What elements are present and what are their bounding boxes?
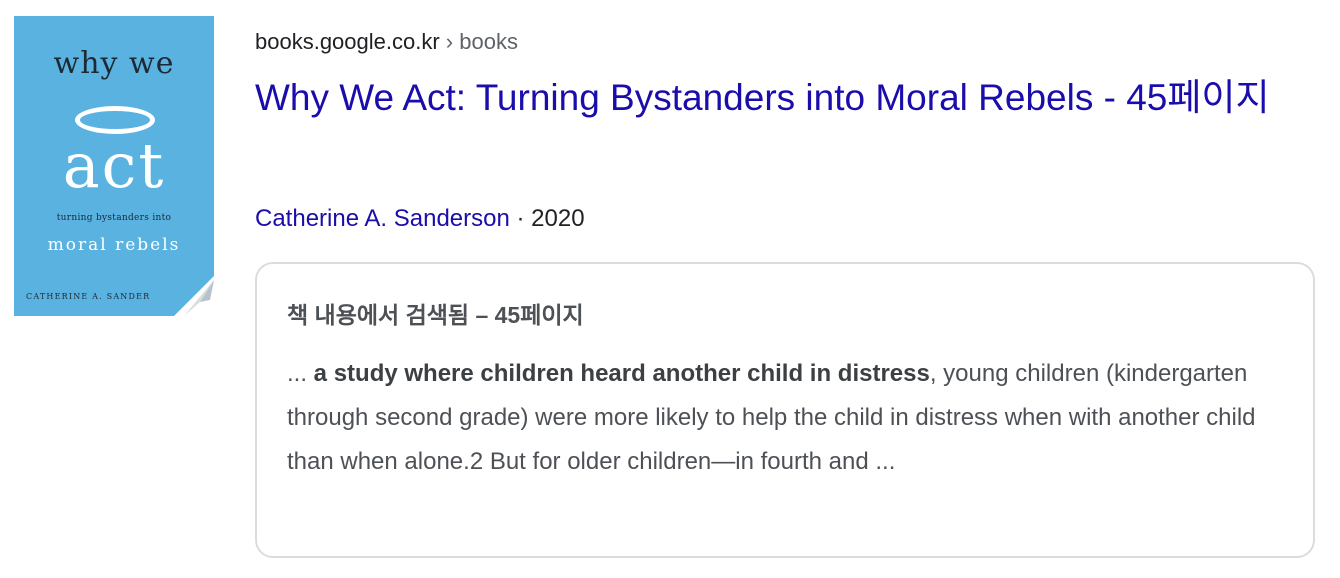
byline-separator: ·: [509, 205, 532, 232]
publication-year: 2020: [531, 205, 585, 232]
book-cover-thumbnail[interactable]: why we act turning bystanders into moral…: [14, 16, 214, 316]
breadcrumb-books: books: [459, 29, 518, 54]
result-domain: books.google.co.kr: [255, 29, 440, 54]
result-title-link[interactable]: Why We Act: Turning Bystanders into Mora…: [255, 76, 1320, 120]
result-url-breadcrumb: books.google.co.kr › books: [255, 28, 518, 56]
result-byline: Catherine A. Sanderson · 2020: [255, 203, 585, 235]
snippet-text: ... a study where children heard another…: [287, 352, 1277, 484]
book-search-result: why we act turning bystanders into moral…: [0, 0, 1340, 578]
cover-title-why-we: why we: [53, 46, 175, 81]
cover-title-act: act: [62, 129, 166, 202]
author-link[interactable]: Catherine A. Sanderson: [255, 205, 510, 232]
snippet-card[interactable]: 책 내용에서 검색됨 – 45페이지 ... a study where chi…: [255, 262, 1315, 558]
snippet-prefix: ...: [287, 360, 314, 387]
breadcrumb-separator: ›: [439, 29, 460, 54]
snippet-heading: 책 내용에서 검색됨 – 45페이지: [287, 302, 584, 328]
cover-subtitle: turning bystanders into: [56, 213, 172, 223]
page-curl-icon: [174, 276, 214, 316]
snippet-highlight: a study where children heard another chi…: [313, 360, 930, 387]
cover-author: CATHERINE A. SANDER: [26, 292, 151, 301]
cover-subtitle-moral-rebels: moral rebels: [47, 235, 181, 255]
